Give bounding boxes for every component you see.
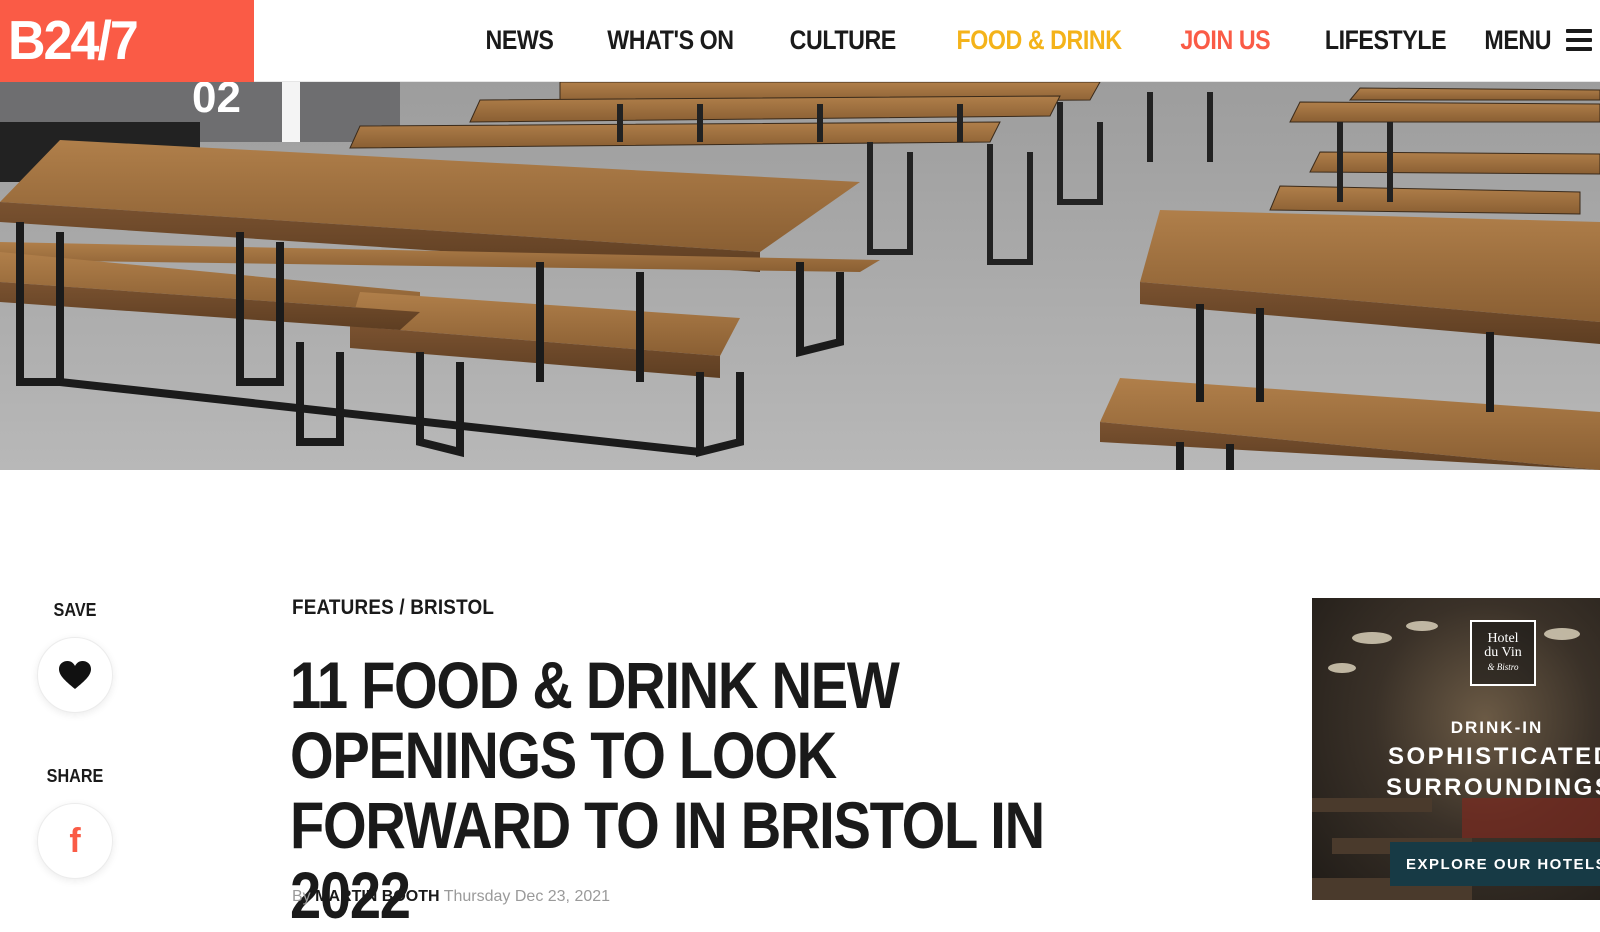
hotel-logo-line-1: Hotel [1487, 631, 1519, 646]
nav-culture[interactable]: CULTURE [790, 25, 897, 56]
heart-icon [59, 661, 91, 689]
share-label: SHARE [46, 766, 104, 786]
facebook-share-button[interactable]: f [37, 803, 113, 879]
nav-lifestyle[interactable]: LIFESTYLE [1325, 25, 1447, 56]
hamburger-icon [1566, 29, 1592, 51]
breadcrumb: FEATURES / BRISTOL [292, 596, 494, 620]
save-button[interactable] [37, 637, 113, 713]
site-logo[interactable]: B24/7 [0, 0, 254, 82]
breadcrumb-location[interactable]: BRISTOL [410, 596, 494, 619]
nav-whats-on[interactable]: WHAT'S ON [607, 25, 734, 56]
author-link[interactable]: MARTIN BOOTH [315, 888, 439, 905]
save-label: SAVE [53, 600, 97, 620]
nav-news[interactable]: NEWS [485, 25, 553, 56]
hotel-logo-line-3: & Bistro [1487, 662, 1519, 672]
hero-image: 02 [0, 82, 1600, 470]
advert-headline-3: SURROUNDINGS [1386, 774, 1600, 801]
menu-button[interactable]: MENU [1479, 24, 1592, 56]
advert-hotel-du-vin[interactable]: Hotel du Vin & Bistro DRINK-IN SOPHISTIC… [1312, 598, 1600, 900]
facebook-icon: f [69, 821, 81, 860]
hotel-du-vin-logo: Hotel du Vin & Bistro [1470, 620, 1536, 686]
site-header: B24/7 NEWS WHAT'S ON CULTURE FOOD & DRIN… [0, 0, 1600, 82]
logo-text: B24/7 [8, 10, 139, 72]
byline: By MARTIN BOOTH Thursday Dec 23, 2021 [292, 888, 610, 906]
advert-headline-2: SOPHISTICATED [1388, 743, 1600, 770]
advert-headline-1: DRINK-IN [1450, 718, 1544, 737]
publish-date: Thursday Dec 23, 2021 [443, 888, 611, 905]
advert-cta-button[interactable]: EXPLORE OUR HOTELS [1390, 842, 1600, 886]
breadcrumb-category[interactable]: FEATURES [292, 596, 394, 619]
hero-illustration: 02 [0, 82, 1600, 470]
nav-food-drink[interactable]: FOOD & DRINK [956, 25, 1122, 56]
byline-prefix: By [292, 888, 311, 905]
menu-label: MENU [1483, 24, 1551, 55]
hero-sign-text: 02 [192, 82, 241, 122]
breadcrumb-separator: / [399, 596, 405, 619]
hotel-logo-line-2: du Vin [1484, 645, 1522, 660]
nav-join-us[interactable]: JOIN US [1180, 25, 1270, 56]
main-nav: NEWS WHAT'S ON CULTURE FOOD & DRINK JOIN… [480, 0, 1600, 80]
